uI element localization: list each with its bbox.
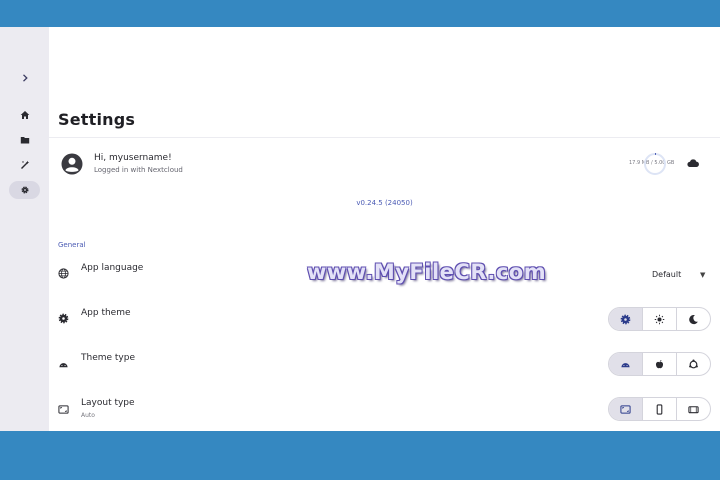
app-window: Settings Hi, myusername! Logged in with …	[0, 27, 720, 431]
folder-icon	[20, 137, 29, 144]
layout-type-selector	[608, 397, 711, 421]
apple-icon	[655, 359, 664, 368]
layout-tablet-option[interactable]	[677, 398, 710, 420]
app-language-label: App language	[81, 263, 144, 273]
tablet-icon	[688, 405, 699, 413]
app-theme-selector	[608, 307, 711, 331]
theme-type-android-option[interactable]	[609, 353, 643, 375]
android-icon	[621, 362, 630, 367]
divider	[49, 137, 720, 138]
globe-icon	[58, 268, 69, 279]
expand-rail-button[interactable]	[9, 69, 40, 87]
theme-gear-icon	[58, 313, 69, 324]
theme-light-option[interactable]	[643, 308, 677, 330]
avatar-icon[interactable]	[61, 153, 83, 175]
nav-home-button[interactable]	[9, 106, 40, 124]
nav-files-button[interactable]	[9, 131, 40, 149]
nav-settings-button[interactable]	[9, 181, 40, 199]
section-header-general: General	[58, 241, 86, 249]
magic-wand-icon	[20, 160, 29, 169]
theme-auto-option[interactable]	[609, 308, 643, 330]
theme-dark-option[interactable]	[677, 308, 710, 330]
cloud-icon[interactable]	[687, 158, 699, 168]
app-version[interactable]: v0.24.5 (24050)	[49, 199, 720, 207]
theme-type-apple-option[interactable]	[643, 353, 677, 375]
android-icon	[59, 363, 68, 368]
moon-icon	[689, 314, 698, 324]
page-title: Settings	[58, 110, 136, 129]
settings-page: Settings Hi, myusername! Logged in with …	[49, 27, 720, 431]
layout-type-value: Auto	[81, 412, 95, 419]
sun-icon	[654, 314, 665, 324]
storage-progress-ring	[644, 153, 666, 175]
chevron-right-icon	[22, 74, 28, 82]
layout-auto-option[interactable]	[609, 398, 643, 420]
auto-layout-icon	[620, 404, 631, 414]
ubuntu-icon	[689, 359, 698, 368]
account-greeting: Hi, myusername!	[94, 153, 172, 163]
navigation-rail	[0, 27, 49, 431]
layout-phone-option[interactable]	[643, 398, 677, 420]
watermark-text: www.MyFileCR.com	[307, 260, 547, 284]
home-icon	[20, 111, 29, 119]
phone-icon	[656, 403, 663, 415]
layout-icon	[58, 405, 69, 414]
theme-type-other-option[interactable]	[677, 353, 710, 375]
theme-type-selector	[608, 352, 711, 376]
auto-theme-icon	[620, 314, 631, 324]
app-theme-label: App theme	[81, 308, 131, 318]
app-language-select[interactable]: Default	[652, 270, 681, 279]
gear-icon	[21, 186, 28, 194]
layout-type-label: Layout type	[81, 398, 135, 408]
nav-tools-button[interactable]	[9, 156, 40, 174]
chevron-down-icon[interactable]: ▼	[700, 271, 705, 279]
account-subtitle: Logged in with Nextcloud	[94, 166, 183, 174]
theme-type-label: Theme type	[81, 353, 136, 363]
